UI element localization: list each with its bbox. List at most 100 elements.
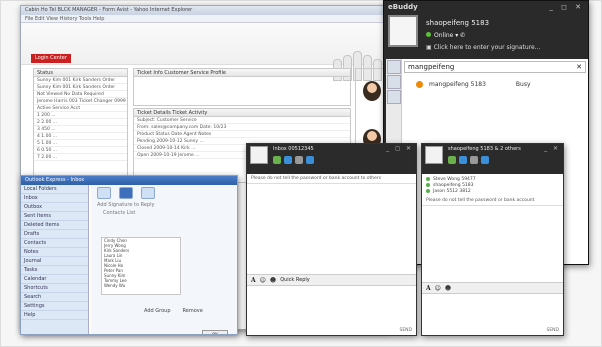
table-row[interactable]: 2 2.00 ... xyxy=(34,119,127,126)
sidebar-item[interactable]: Outbox xyxy=(21,203,88,212)
tab-recent[interactable] xyxy=(387,90,401,104)
contacts-icon[interactable] xyxy=(97,187,111,199)
quick-reply-button[interactable]: Quick Reply xyxy=(280,277,310,283)
send-button[interactable]: SEND xyxy=(546,328,559,333)
list-item[interactable]: Active Service Acct xyxy=(34,105,127,112)
ok-button[interactable]: OK xyxy=(202,330,228,334)
contact-status: Busy xyxy=(515,81,531,88)
nudge-icon[interactable]: ☻ xyxy=(270,277,276,284)
mail-main: Add Signature to Reply Contacts List Cin… xyxy=(91,185,237,334)
format-toolbar: A ☺ ☻ Quick Reply xyxy=(247,274,416,286)
status-panel: Status Sunny Kim 001 Kirk Sanders Order … xyxy=(33,68,128,183)
avatar[interactable] xyxy=(388,15,418,47)
sidebar-item[interactable]: Calendar xyxy=(21,275,88,284)
status-dropdown[interactable]: Online ▾ ✆ xyxy=(426,32,465,39)
table-row[interactable]: 1 200 ... xyxy=(34,112,127,119)
add-group-button[interactable]: Add Group xyxy=(141,307,174,315)
photo-icon[interactable] xyxy=(481,156,489,164)
ticket-info-title[interactable]: Ticket Info Customer Service Profile xyxy=(134,69,350,77)
sidebar-item[interactable]: Sent Items xyxy=(21,212,88,221)
phone-icon[interactable] xyxy=(273,156,281,164)
table-row[interactable]: 3 450 ... xyxy=(34,126,127,133)
list-item[interactable]: Jason 5512 3812 xyxy=(426,188,559,194)
emoticon-icon[interactable]: ☺ xyxy=(435,285,441,292)
send-button[interactable]: SEND xyxy=(399,328,412,333)
chat-toolbar xyxy=(273,156,314,164)
status-panel-title: Status xyxy=(34,69,127,77)
search-field[interactable]: mangpeifeng ✕ xyxy=(404,61,586,73)
window-controls[interactable]: _ ◻ ✕ xyxy=(549,3,584,11)
table-row[interactable]: 5 1.00 ... xyxy=(34,140,127,147)
search-text: mangpeifeng xyxy=(408,63,455,71)
table-row: Product Status Date Agent Notes xyxy=(134,131,350,138)
signature-text: Click here to enter your signature... xyxy=(433,44,541,51)
font-icon[interactable]: A xyxy=(251,277,256,284)
tab-groups[interactable] xyxy=(387,75,401,89)
window-controls[interactable]: _ ◻ ✕ xyxy=(386,145,413,152)
tab-contacts[interactable] xyxy=(387,60,401,74)
sidebar-item[interactable]: Tasks xyxy=(21,266,88,275)
photo-icon[interactable] xyxy=(306,156,314,164)
table-row[interactable]: 4 1.00 ... xyxy=(34,133,127,140)
sidebar-item[interactable]: Notes xyxy=(21,248,88,257)
chat-title: Inbox 00512345 xyxy=(273,146,314,152)
form-buttons: Add Group Remove xyxy=(141,307,206,315)
form-subheading: Contacts List xyxy=(103,210,136,216)
username: shaopeifeng 5183 xyxy=(426,19,490,27)
table-row[interactable]: 7 2.00 ... xyxy=(34,154,127,161)
list-item[interactable]: Sunny Kim 001 Kirk Sanders Order xyxy=(34,77,127,84)
online-icon xyxy=(426,177,430,181)
sidebar-item[interactable]: Shortcuts xyxy=(21,284,88,293)
ticket-details-title[interactable]: Ticket Details Ticket Activity xyxy=(134,109,350,117)
mail-app-title: Outlook Express - Inbox xyxy=(21,176,237,185)
sidebar-item[interactable]: Help xyxy=(21,311,88,320)
nudge-icon[interactable]: ☻ xyxy=(445,285,451,292)
agent-avatar xyxy=(363,81,381,101)
list-item[interactable]: Jerome Harris 003 Ticket Changer 0999 xyxy=(34,98,127,105)
file-icon[interactable] xyxy=(295,156,303,164)
contact-item[interactable]: mangpeifeng 5183 Busy xyxy=(416,81,576,88)
close-icon[interactable]: ✕ xyxy=(576,63,582,71)
mail-toolbar xyxy=(91,185,237,201)
messenger-titlebar: eBuddy _ ◻ ✕ xyxy=(384,1,588,13)
sidebar-item[interactable]: Contacts xyxy=(21,239,88,248)
list-item[interactable]: Sunny Kim 001 Kirk Sanders Order xyxy=(34,84,127,91)
phone-icon[interactable] xyxy=(448,156,456,164)
avatar[interactable] xyxy=(250,146,268,164)
form-heading: Add Signature to Reply xyxy=(97,202,155,208)
signature-field[interactable]: ▣ Click here to enter your signature... xyxy=(426,44,540,51)
sidebar-item[interactable]: Inbox xyxy=(21,194,88,203)
sidebar-item[interactable]: Journal xyxy=(21,257,88,266)
remove-button[interactable]: Remove xyxy=(180,307,206,315)
page-banner xyxy=(21,23,387,81)
file-icon[interactable] xyxy=(470,156,478,164)
list-item[interactable]: Wendy Wu xyxy=(102,283,180,288)
note-icon: ▣ xyxy=(426,44,434,51)
busy-status-icon xyxy=(416,81,423,88)
security-notice: Please do not tell the password or bank … xyxy=(247,174,416,184)
sidebar-item[interactable]: Settings xyxy=(21,302,88,311)
emoticon-icon[interactable]: ☺ xyxy=(260,277,266,284)
messenger-brand: eBuddy xyxy=(388,3,418,11)
video-icon[interactable] xyxy=(284,156,292,164)
video-icon[interactable] xyxy=(459,156,467,164)
window-controls[interactable]: _ ✕ xyxy=(544,145,560,152)
table-row[interactable]: 6 0.50 ... xyxy=(34,147,127,154)
ticket-info-panel: Ticket Info Customer Service Profile xyxy=(133,68,351,106)
sidebar-item[interactable]: Drafts xyxy=(21,230,88,239)
browser-title: Cabin Ho Tel BLCK MANAGER - Form Avist -… xyxy=(21,6,387,15)
sidebar-item[interactable]: Deleted Items xyxy=(21,221,88,230)
settings-icon[interactable] xyxy=(141,187,155,199)
sidebar-item[interactable]: Local Folders xyxy=(21,185,88,194)
group-chat-window: shaopeifeng 5183 & 2 others _ ✕ Steve Wo… xyxy=(421,143,564,336)
login-center-button[interactable]: Login Center xyxy=(31,54,71,63)
browser-menu[interactable]: File Edit View History Tools Help xyxy=(21,15,387,23)
security-notice: Please do not tell the password or bank … xyxy=(422,196,563,206)
groups-icon[interactable] xyxy=(119,187,133,199)
list-item[interactable]: Not Viewed No Data Required xyxy=(34,91,127,98)
avatar[interactable] xyxy=(425,146,443,164)
sidebar-item[interactable]: Search xyxy=(21,293,88,302)
font-icon[interactable]: A xyxy=(426,285,431,292)
chat-window: Inbox 00512345 _ ◻ ✕ Please do not tell … xyxy=(246,143,417,336)
member-name: Jason 5512 3812 xyxy=(433,188,471,194)
